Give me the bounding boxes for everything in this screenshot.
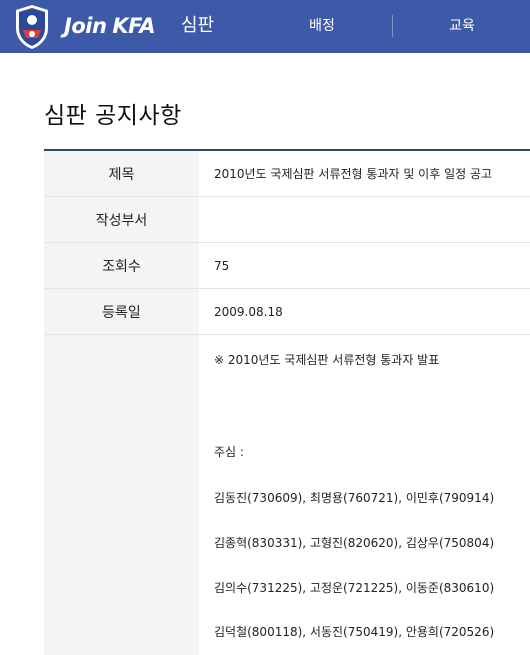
row-title: 제목 2010년도 국제심판 서류전형 통과자 및 이후 일정 공고	[44, 151, 530, 197]
notice-content-body: ※ 2010년도 국제심판 서류전형 통과자 발표 주심 : 김동진(73060…	[199, 335, 530, 655]
nav-education[interactable]: 교육	[430, 16, 494, 36]
content-line: 주심 :	[214, 445, 244, 459]
row-value-views: 75	[214, 258, 230, 273]
joinkfa-logo[interactable]: Join KFA	[64, 12, 156, 40]
content-line: ※ 2010년도 국제심판 서류전형 통과자 발표	[214, 353, 440, 367]
content-line: 김동진(730609), 최명용(760721), 이민후(790914)	[214, 491, 495, 505]
content-label-cell	[44, 335, 199, 655]
content-line: 김의수(731225), 고정운(721225), 이동준(830610)	[214, 581, 495, 595]
notice-detail-table: 제목 2010년도 국제심판 서류전형 통과자 및 이후 일정 공고 작성부서 …	[44, 149, 530, 655]
kfa-emblem-icon[interactable]	[13, 4, 51, 50]
row-label-title: 제목	[44, 151, 199, 196]
row-value-title: 2010년도 국제심판 서류전형 통과자 및 이후 일정 공고	[214, 167, 493, 181]
row-date: 등록일 2009.08.18	[44, 289, 530, 335]
nav-divider	[392, 15, 393, 37]
page-title: 심판 공지사항	[44, 103, 182, 129]
row-views: 조회수 75	[44, 243, 530, 289]
logo-kfa: KFA	[112, 14, 156, 38]
header-section-title: 심판	[181, 15, 215, 36]
row-department: 작성부서	[44, 197, 530, 243]
row-label-date: 등록일	[44, 289, 199, 334]
row-value-department	[199, 197, 530, 242]
row-value-date: 2009.08.18	[214, 304, 283, 319]
row-content: ※ 2010년도 국제심판 서류전형 통과자 발표 주심 : 김동진(73060…	[44, 335, 530, 655]
content-line: 김덕철(800118), 서동진(750419), 안용희(720526)	[214, 625, 495, 639]
logo-join: Join	[64, 14, 107, 38]
row-label-views: 조회수	[44, 243, 199, 288]
top-header: Join KFA 심판 배정 교육	[0, 0, 530, 53]
content-line: 김종혁(830331), 고형진(820620), 김상우(750804)	[214, 536, 495, 550]
row-label-department: 작성부서	[44, 197, 199, 242]
nav-assignment[interactable]: 배정	[290, 16, 354, 36]
